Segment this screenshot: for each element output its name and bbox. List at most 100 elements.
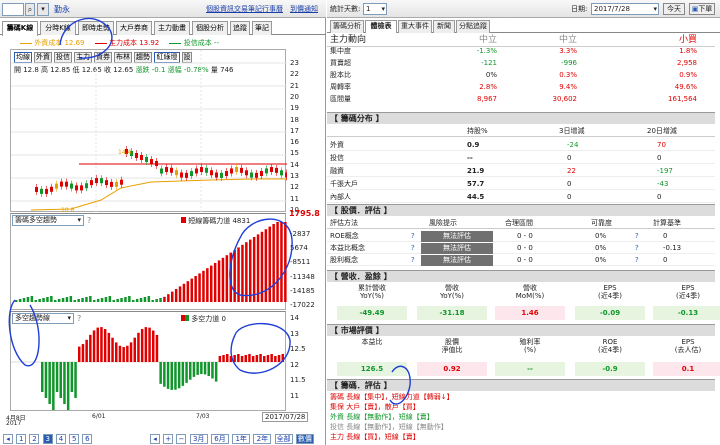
- indicator2-tick: 14: [290, 314, 299, 322]
- x-label-1: 6/01: [92, 413, 106, 420]
- tab-realtime[interactable]: 即時走勢: [78, 21, 114, 35]
- stock-name: 勤永: [54, 5, 70, 14]
- search-icon[interactable]: ⌕: [25, 3, 35, 16]
- scroll-left-icon[interactable]: ◂: [3, 434, 13, 444]
- chip-bar: [155, 299, 158, 302]
- tab-branch-track[interactable]: 分點追蹤: [456, 20, 490, 33]
- stock-code-input[interactable]: [2, 3, 24, 16]
- long-short-bar: [218, 356, 222, 362]
- page-3[interactable]: 3: [42, 434, 53, 444]
- chip-row: 千張大戶 57.7 0 -43: [327, 179, 715, 190]
- price-chart[interactable]: 均線 外資 投信 主力 資券 布林 趨勢 紅綠燈 設 開 12.8 高 12.8…: [10, 49, 287, 213]
- range-3m[interactable]: 3月: [189, 434, 208, 444]
- chip-bar: [186, 281, 190, 302]
- long-short-bar: [111, 337, 114, 362]
- chip-trend-chart[interactable]: 籌碼多空趨勢 ▾ ? 短線籌碼力道 4831: [10, 213, 287, 310]
- value-3day: 30,602: [552, 95, 578, 103]
- chip-bar: [225, 255, 229, 302]
- chip-bar: [280, 222, 283, 302]
- range-2y[interactable]: 2年: [253, 434, 272, 444]
- order-button[interactable]: ▣下單: [689, 3, 715, 15]
- main-force-row: 周轉率 2.8% 9.4% 49.6%: [327, 82, 715, 93]
- zoom-controls: ◂ + − 3月 6月 1年 2年 全部 數價: [150, 434, 315, 444]
- zoom-in-icon[interactable]: +: [163, 434, 174, 444]
- tab-major-events[interactable]: 重大事件: [398, 20, 432, 33]
- indicator1-tick: -14185: [290, 286, 315, 295]
- link-calendar[interactable]: 行事曆: [262, 4, 283, 14]
- chip-bars: [15, 222, 287, 302]
- head-line: (近4季): [676, 292, 700, 300]
- link-stock-info[interactable]: 個股資訊: [206, 4, 234, 14]
- chip-bar: [89, 296, 92, 302]
- help-icon[interactable]: ?: [411, 231, 415, 242]
- price-tick: 18: [290, 115, 299, 124]
- long-short-bar: [85, 339, 88, 362]
- chip-bar: [50, 296, 53, 302]
- tab-brokers[interactable]: 大戶券商: [116, 21, 152, 35]
- tab-track[interactable]: 追蹤: [230, 21, 250, 35]
- page-2[interactable]: 2: [29, 434, 40, 444]
- candle-body: [145, 157, 148, 162]
- page-5[interactable]: 5: [69, 434, 80, 444]
- stat-days-select[interactable]: 1 ▾: [363, 3, 387, 15]
- long-short-svg: [11, 327, 287, 410]
- high-price-label: 14.4: [118, 149, 132, 156]
- range-all[interactable]: 全部: [274, 434, 293, 444]
- today-button[interactable]: 今天: [663, 3, 685, 15]
- chip-bar: [151, 300, 154, 302]
- zoom-out-icon[interactable]: −: [176, 434, 187, 444]
- chip-row: 融資 21.9 22 -197: [327, 166, 715, 177]
- tab-intraday-kline[interactable]: 分時K線: [40, 21, 76, 35]
- chip-bar: [120, 298, 123, 302]
- page-1[interactable]: 1: [16, 434, 27, 444]
- range-6m[interactable]: 6月: [210, 434, 229, 444]
- indicator1-tick: -2837: [290, 230, 311, 238]
- value-today: 2.8%: [479, 83, 497, 91]
- section-chip-distribution: 【 籌碼分布 】: [327, 112, 715, 124]
- head-line: 殖利率: [519, 338, 541, 346]
- page-6[interactable]: 6: [82, 434, 93, 444]
- chip-bar: [174, 289, 178, 302]
- tab-chip-analysis[interactable]: 籌碼分析: [330, 20, 364, 33]
- range-pv[interactable]: 數價: [295, 434, 314, 444]
- chip-bar: [96, 299, 100, 302]
- range-1y[interactable]: 1年: [232, 434, 251, 444]
- tab-main-force[interactable]: 主力動畫: [154, 21, 190, 35]
- help-icon[interactable]: ?: [635, 255, 639, 266]
- candle-body: [50, 186, 53, 192]
- chip-bar: [249, 239, 252, 302]
- date-picker[interactable]: 2017/7/28 ▾: [591, 3, 659, 15]
- indicator2-tick: 11.5: [290, 376, 306, 384]
- help-icon[interactable]: ?: [635, 231, 639, 242]
- long-short-bar: [140, 328, 144, 362]
- link-price-alert[interactable]: 到價通知: [290, 4, 318, 14]
- long-short-bar: [203, 362, 207, 375]
- chip-label: 內部人: [330, 193, 351, 201]
- long-short-bar: [133, 337, 136, 362]
- help-icon[interactable]: ?: [411, 255, 415, 266]
- head-line: (%): [523, 346, 537, 354]
- tab-chip-kline[interactable]: 籌碼K線: [2, 21, 38, 36]
- long-short-bar: [270, 354, 273, 362]
- chip-head-20d: 20日增減: [647, 127, 677, 135]
- tab-notes[interactable]: 筆記: [252, 21, 272, 35]
- link-trade-notes[interactable]: 交易筆記: [234, 4, 262, 14]
- tab-health-check[interactable]: 體檢表: [365, 20, 397, 33]
- prev-icon[interactable]: ◂: [150, 434, 160, 444]
- tab-analysis[interactable]: 個股分析: [192, 21, 228, 35]
- page-4[interactable]: 4: [55, 434, 66, 444]
- help-icon[interactable]: ?: [635, 243, 639, 254]
- tab-news[interactable]: 新聞: [433, 20, 455, 33]
- help-icon[interactable]: ?: [411, 243, 415, 254]
- foreign-cost-swatch: [20, 42, 32, 44]
- candle-body: [285, 172, 287, 178]
- candle-body: [270, 167, 273, 173]
- long-short-bar: [259, 354, 262, 362]
- market-head-cell: EPS (去人估): [663, 338, 713, 354]
- long-short-chart[interactable]: 多空趨勢線 ▾ ? 多空力道 0: [10, 311, 287, 411]
- candle-body: [90, 180, 93, 186]
- stat-days-label: 統計天數:: [330, 5, 361, 13]
- chip-bar: [65, 297, 69, 302]
- chip-hold: 57.7: [467, 180, 485, 188]
- chevron-down-icon[interactable]: ▾: [37, 3, 49, 16]
